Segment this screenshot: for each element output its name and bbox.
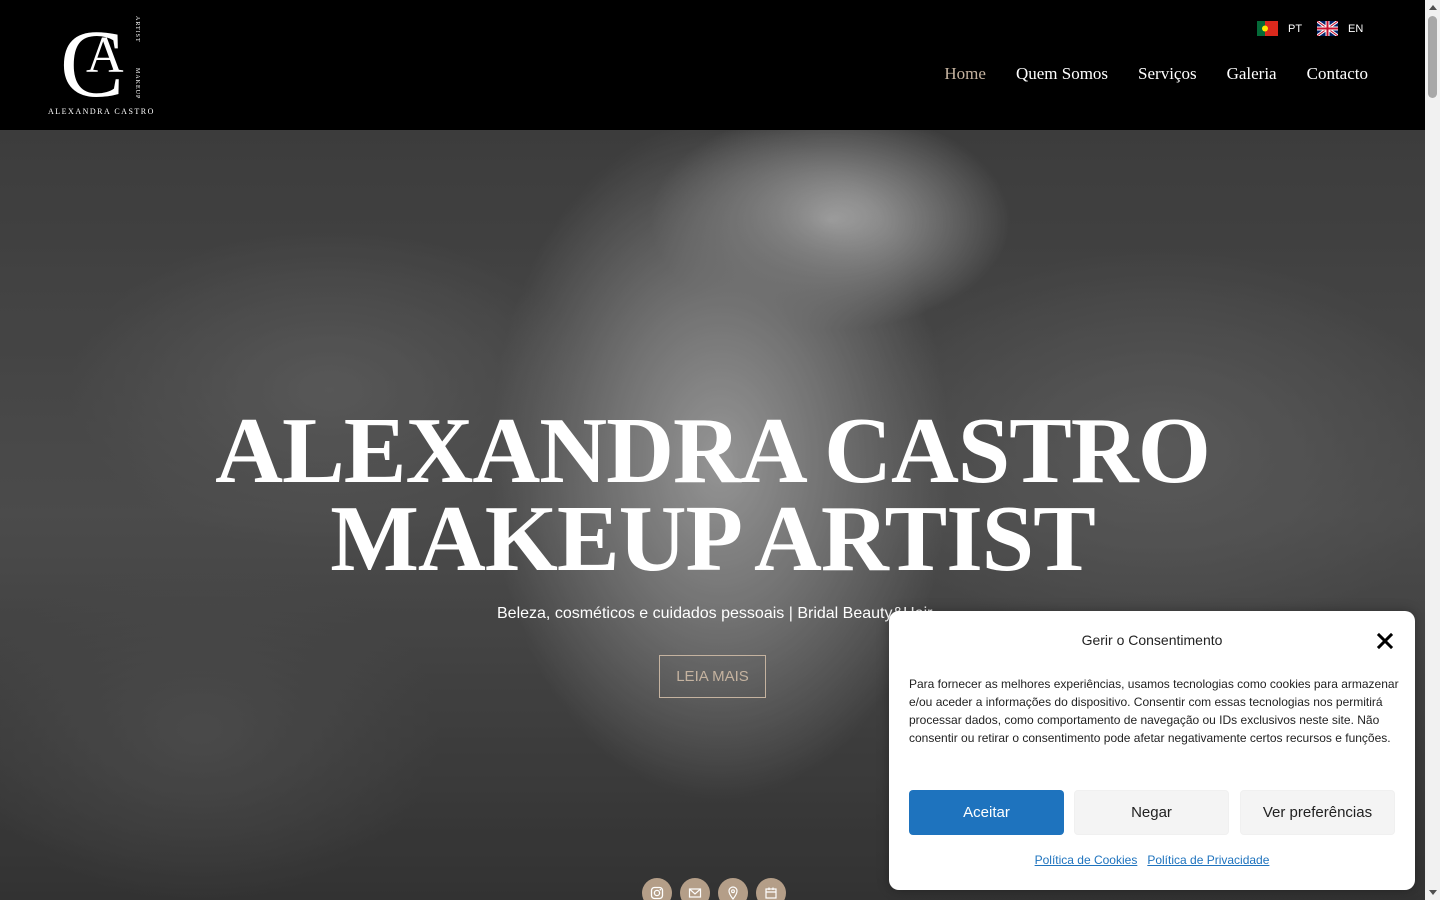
language-pt[interactable]: PT	[1257, 21, 1302, 36]
read-more-button[interactable]: LEIA MAIS	[659, 655, 766, 698]
language-en[interactable]: EN	[1317, 21, 1363, 36]
mail-icon[interactable]	[680, 878, 710, 900]
logo-side-text-2: MAKEUP	[134, 68, 140, 99]
logo-monogram-a: A	[86, 27, 124, 84]
cookie-consent-dialog: Gerir o Consentimento Para fornecer as m…	[889, 611, 1415, 890]
hero-subtitle: Beleza, cosméticos e cuidados pessoais |…	[497, 605, 933, 622]
logo-side-text-1: ARTIST	[134, 16, 140, 43]
hero-title-line2: MAKEUP ARTIST	[330, 487, 1096, 591]
nav-contacto[interactable]: Contacto	[1307, 64, 1368, 84]
logo-mark: C A ARTIST MAKEUP ALEXANDRA CASTRO	[48, 10, 155, 117]
nav-servicos[interactable]: Serviços	[1138, 64, 1197, 84]
language-en-label: EN	[1348, 22, 1364, 35]
calendar-icon[interactable]	[756, 878, 786, 900]
consent-text: Para fornecer as melhores experiências, …	[909, 677, 1399, 745]
nav-home[interactable]: Home	[944, 64, 986, 84]
logo-brand-name: ALEXANDRA CASTRO	[48, 107, 155, 116]
scroll-up-arrow-icon[interactable]	[1429, 5, 1437, 10]
preferences-button[interactable]: Ver preferências	[1240, 790, 1395, 835]
accept-button[interactable]: Aceitar	[909, 790, 1064, 835]
site-header: C A ARTIST MAKEUP ALEXANDRA CASTRO PT EN…	[0, 0, 1425, 130]
privacy-policy-link[interactable]: Política de Privacidade	[1147, 853, 1269, 867]
nav-quem-somos[interactable]: Quem Somos	[1016, 64, 1108, 84]
site-logo[interactable]: C A ARTIST MAKEUP ALEXANDRA CASTRO	[46, 10, 162, 120]
hero-title-line1: ALEXANDRA CASTRO	[215, 399, 1211, 503]
main-nav: Home Quem Somos Serviços Galeria Contact…	[944, 64, 1368, 84]
nav-galeria[interactable]: Galeria	[1227, 64, 1277, 84]
social-icons	[642, 878, 786, 900]
close-icon[interactable]	[1375, 631, 1395, 651]
consent-links: Política de Cookies Política de Privacid…	[889, 853, 1415, 867]
scroll-thumb[interactable]	[1428, 16, 1437, 98]
uk-flag-icon	[1317, 21, 1338, 36]
scroll-down-arrow-icon[interactable]	[1429, 890, 1437, 895]
instagram-icon[interactable]	[642, 878, 672, 900]
location-icon[interactable]	[718, 878, 748, 900]
deny-button[interactable]: Negar	[1074, 790, 1229, 835]
consent-title: Gerir o Consentimento	[1081, 632, 1223, 648]
portugal-flag-icon	[1257, 21, 1278, 36]
language-pt-label: PT	[1288, 22, 1303, 35]
page-scrollbar[interactable]	[1425, 0, 1440, 900]
cookie-policy-link[interactable]: Política de Cookies	[1035, 853, 1138, 867]
